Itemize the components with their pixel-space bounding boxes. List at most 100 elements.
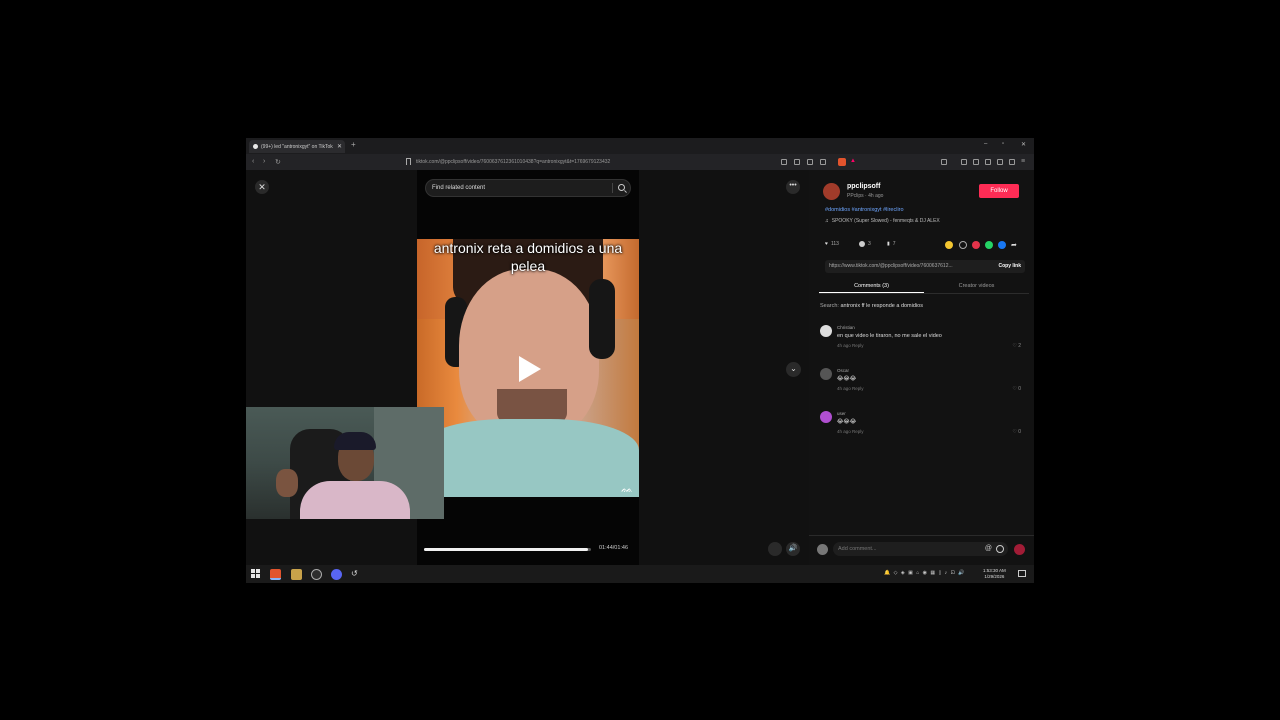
tab-comments[interactable]: Comments (3): [819, 280, 924, 293]
commenter-name[interactable]: Christian: [837, 325, 855, 330]
obs-icon[interactable]: [311, 569, 322, 580]
cat-watermark-icon: ᨐ: [621, 484, 633, 495]
rewards-icon[interactable]: ▲: [850, 158, 857, 165]
reader-icon[interactable]: [807, 159, 813, 165]
notification-icon[interactable]: [1018, 570, 1026, 577]
post-hashtags[interactable]: #domidios #antronixgyt #lirecliro: [825, 207, 904, 213]
play-icon[interactable]: [519, 356, 541, 382]
extension-icon[interactable]: [781, 159, 787, 165]
commenter-avatar[interactable]: [820, 325, 832, 337]
author-avatar[interactable]: [823, 183, 840, 200]
windows-start-icon[interactable]: [251, 569, 262, 580]
comment-meta[interactable]: 4h ago Reply: [837, 343, 864, 348]
search-icon[interactable]: [618, 184, 625, 191]
video-column: Find related content antronix reta a dom…: [417, 170, 639, 565]
more-options-button[interactable]: •••: [786, 180, 800, 194]
comment-like[interactable]: ♡ 2: [1012, 343, 1021, 349]
volume-button[interactable]: 🔊: [786, 542, 800, 556]
forward-icon[interactable]: ›: [263, 158, 265, 165]
streamer-webcam-overlay: [246, 407, 444, 519]
commenter-name[interactable]: Oscar: [837, 368, 849, 373]
author-subtitle: PPclips · 4h ago: [847, 193, 884, 199]
close-video-button[interactable]: ✕: [255, 180, 269, 194]
heart-icon: ♥: [825, 241, 828, 247]
coin-icon[interactable]: [945, 241, 953, 249]
wallet-icon[interactable]: [985, 159, 991, 165]
menu-icon[interactable]: ≡: [1021, 158, 1025, 165]
picture-in-picture-button[interactable]: [768, 542, 782, 556]
related-search-input[interactable]: Find related content: [425, 179, 631, 197]
tab-close-icon[interactable]: ✕: [337, 143, 345, 150]
copy-link-button[interactable]: Copy link: [994, 260, 1021, 273]
sidebar-icon[interactable]: [941, 159, 947, 165]
minimize-button[interactable]: –: [984, 141, 987, 147]
comment-like[interactable]: ♡ 0: [1012, 386, 1021, 392]
discord-icon[interactable]: [331, 569, 342, 580]
comment-search-suggestion[interactable]: Search: antronix ff le responde a domidi…: [820, 303, 923, 309]
webcam-person-cap: [334, 432, 376, 450]
back-icon[interactable]: ‹: [252, 158, 254, 165]
like-action[interactable]: ♥ 113: [825, 241, 839, 247]
facebook-icon[interactable]: [998, 241, 1006, 249]
comment-like[interactable]: ♡ 0: [1012, 429, 1021, 435]
share-page-icon[interactable]: [820, 159, 826, 165]
whatsapp-icon[interactable]: [985, 241, 993, 249]
taskbar-clock[interactable]: 1:53:30 AM 1/29/2026: [983, 568, 1006, 580]
vpn-icon[interactable]: [1009, 159, 1015, 165]
panel-tabs: Comments (3) Creator videos: [819, 280, 1029, 294]
translate-icon[interactable]: [794, 159, 800, 165]
maximize-button[interactable]: ▫: [1002, 141, 1004, 147]
commenter-name[interactable]: user: [837, 411, 846, 416]
emoji-icon[interactable]: [996, 545, 1004, 553]
comment-input[interactable]: Add comment... @: [833, 542, 1008, 556]
app-icon[interactable]: ↺: [351, 569, 362, 580]
new-tab-button[interactable]: +: [351, 140, 356, 149]
split-view-icon[interactable]: [973, 159, 979, 165]
send-comment-button[interactable]: [1014, 544, 1025, 555]
share-icon[interactable]: ➦: [1011, 241, 1019, 249]
video-player[interactable]: antronix reta a domidios a una pelea ᨐ: [417, 239, 639, 497]
next-video-button[interactable]: ⌄: [786, 362, 801, 377]
media-icon[interactable]: [961, 159, 967, 165]
tab-creator-videos[interactable]: Creator videos: [924, 280, 1029, 292]
comment-action[interactable]: 3: [859, 241, 871, 247]
my-avatar[interactable]: [817, 544, 828, 555]
save-count: 7: [892, 241, 896, 247]
comment-like-count: 0: [1018, 386, 1021, 392]
author-name[interactable]: ppclipsoff: [847, 183, 880, 190]
post-link: https://www.tiktok.com/@ppclipsoff/video…: [829, 263, 953, 269]
browser-tab[interactable]: (99+) led "antronixgyt" on TikTok ✕: [249, 140, 345, 153]
embed-icon[interactable]: [959, 241, 967, 249]
post-music[interactable]: ♫ SPOOKY (Super Slowed) - fenmeqts & DJ A…: [825, 218, 940, 224]
mention-icon[interactable]: @: [985, 542, 992, 556]
tiktok-favicon-icon: [253, 144, 258, 149]
close-window-button[interactable]: ✕: [1021, 141, 1026, 148]
comment-meta[interactable]: 4h ago Reply: [837, 429, 864, 434]
leo-icon[interactable]: [997, 159, 1003, 165]
related-search-placeholder: Find related content: [432, 185, 486, 191]
video-time: 01:44/01:46: [599, 545, 629, 551]
bookmark-icon[interactable]: [406, 158, 411, 165]
file-explorer-icon[interactable]: [291, 569, 302, 580]
search-divider: [612, 183, 613, 193]
like-count: 113: [830, 241, 839, 247]
details-panel: ppclipsoff PPclips · 4h ago Follow #domi…: [809, 170, 1034, 565]
commenter-avatar[interactable]: [820, 368, 832, 380]
system-tray[interactable]: 🔔 ◇ ◈ ▣ ⌂ ◉ ▦ ▯ ♪ ⊡ 🔊: [884, 570, 965, 576]
comment-meta[interactable]: 4h ago Reply: [837, 386, 864, 391]
comment-item: user 😂😂😂 4h ago Reply ♡ 0: [820, 411, 1025, 445]
search-query: antronix ff le responde a domidios: [840, 303, 923, 309]
comment-text: 😂😂😂: [837, 376, 857, 382]
commenter-avatar[interactable]: [820, 411, 832, 423]
brave-browser-icon[interactable]: [270, 569, 281, 580]
brave-shields-icon[interactable]: [838, 158, 846, 166]
comment-text: 😂😂😂: [837, 419, 857, 425]
reload-icon[interactable]: ↻: [275, 158, 281, 166]
webcam-person-hand: [276, 469, 298, 497]
video-progress-bar[interactable]: [424, 548, 591, 551]
repost-icon[interactable]: [972, 241, 980, 249]
tiktok-page: ✕ Find related content antronix reta a d…: [246, 170, 1034, 565]
comment-icon: [859, 241, 865, 247]
save-action[interactable]: ▮ 7: [887, 241, 896, 247]
follow-button[interactable]: Follow: [979, 184, 1019, 198]
